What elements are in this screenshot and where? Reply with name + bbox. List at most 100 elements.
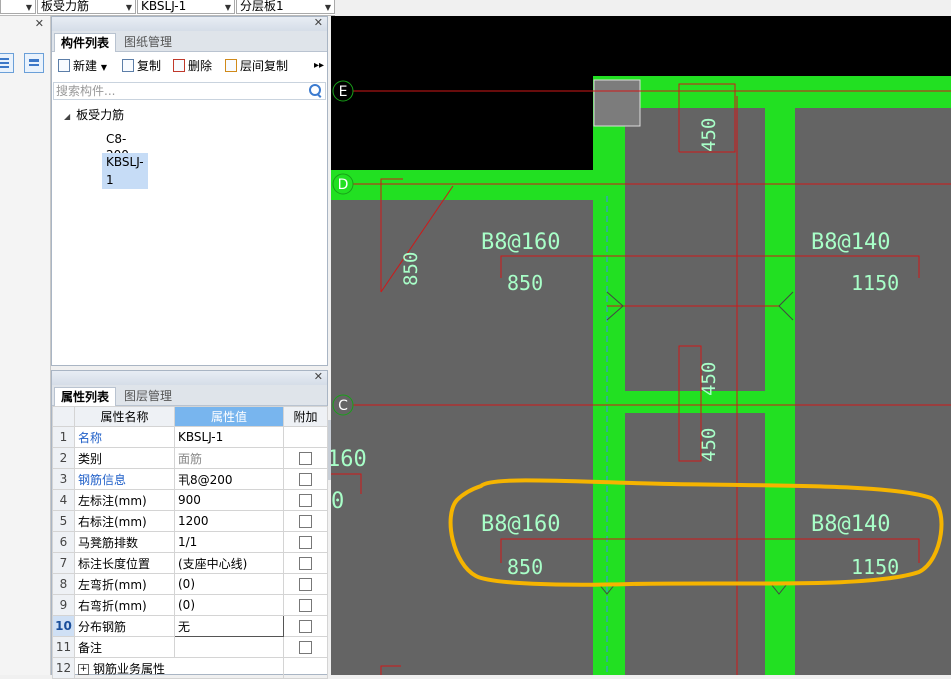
beam[interactable] xyxy=(765,106,795,675)
property-value[interactable]: (0) xyxy=(174,573,284,595)
property-name: 马凳筋排数 xyxy=(74,531,175,553)
column[interactable] xyxy=(593,79,641,127)
axis-label-e: E xyxy=(339,84,348,100)
extra-cell xyxy=(283,489,328,511)
tab-component-list[interactable]: 构件列表 xyxy=(54,33,117,52)
delete-label: 删除 xyxy=(188,59,213,73)
table-row[interactable]: 11 备注 xyxy=(52,636,328,658)
header-num xyxy=(52,406,75,427)
rebar-label[interactable]: B8@160 xyxy=(481,230,560,255)
component-name-dropdown[interactable]: KBSLJ-1 ▼ xyxy=(137,0,235,14)
tab-property-list[interactable]: 属性列表 xyxy=(54,387,117,406)
property-value[interactable]: (支座中心线) xyxy=(174,552,284,574)
tree-root[interactable]: ◢ 板受力筋 xyxy=(64,108,124,132)
chevron-down-icon: ▼ xyxy=(224,3,231,12)
table-row[interactable]: 12 + 钢筋业务属性 xyxy=(52,657,328,679)
table-row[interactable]: 5 右标注(mm) 1200 xyxy=(52,510,328,532)
chevron-down-icon: ▼ xyxy=(25,3,32,12)
table-row-selected[interactable]: 10 分布钢筋 无 xyxy=(52,615,328,637)
header-extra: 附加 xyxy=(283,406,328,427)
close-icon[interactable]: ✕ xyxy=(314,371,323,383)
rebar-label[interactable]: B8@140 xyxy=(811,512,890,537)
cad-drawing: E D C B8@160 B8@140 B8@160 B8@140 850 11… xyxy=(331,16,951,675)
layer-dropdown[interactable]: 分层板1 ▼ xyxy=(236,0,335,14)
property-value[interactable]: KBSLJ-1 xyxy=(174,426,284,448)
table-row[interactable]: 4 左标注(mm) 900 xyxy=(52,489,328,511)
extra-checkbox[interactable] xyxy=(299,515,312,528)
expand-icon[interactable]: + xyxy=(78,663,89,675)
row-number: 2 xyxy=(52,447,75,469)
row-number: 7 xyxy=(52,552,75,574)
property-value[interactable] xyxy=(174,636,284,658)
component-name-value: KBSLJ-1 xyxy=(141,0,187,13)
delete-button[interactable]: 删除 xyxy=(173,58,212,74)
component-list-panel: ✕ 构件列表 图纸管理 新建 ▼ 复制 删除 层间复制 ▸▸ 搜索构件... ◢… xyxy=(51,16,328,366)
table-row[interactable]: 1 名称 KBSLJ-1 xyxy=(52,426,328,448)
extra-checkbox[interactable] xyxy=(299,557,312,570)
close-icon[interactable]: ✕ xyxy=(35,18,44,30)
copy-icon xyxy=(122,59,134,72)
extra-checkbox[interactable] xyxy=(299,599,312,612)
new-icon xyxy=(58,59,70,72)
more-tools-icon[interactable]: ▸▸ xyxy=(314,58,324,74)
top-dropdown-bar: ▼ 板受力筋 ▼ KBSLJ-1 ▼ 分层板1 ▼ xyxy=(0,0,335,16)
extra-cell xyxy=(283,636,328,658)
tab-layer-management[interactable]: 图层管理 xyxy=(118,387,178,405)
list-view-icon[interactable] xyxy=(0,53,14,73)
card-view-icon[interactable] xyxy=(24,53,44,73)
table-row[interactable]: 2 类别 面筋 xyxy=(52,447,328,469)
slab xyxy=(625,413,765,675)
extra-checkbox[interactable] xyxy=(299,620,312,633)
search-icon[interactable] xyxy=(309,84,321,96)
tab-drawing-management[interactable]: 图纸管理 xyxy=(118,33,178,51)
tree-item-kbslj-1[interactable]: KBSLJ-1 xyxy=(102,153,148,189)
property-value[interactable]: 1/1 xyxy=(174,531,284,553)
property-value[interactable]: 1200 xyxy=(174,510,284,532)
header-property-value: 属性值 xyxy=(174,406,284,427)
dimension-label: 850 xyxy=(507,271,543,295)
row-number: 6 xyxy=(52,531,75,553)
dimension-label: 1150 xyxy=(851,555,899,579)
property-value-editor[interactable]: 无 xyxy=(174,615,284,637)
property-group[interactable]: + 钢筋业务属性 xyxy=(74,657,284,679)
extra-checkbox[interactable] xyxy=(299,494,312,507)
floor-copy-button[interactable]: 层间复制 xyxy=(225,58,288,74)
copy-button[interactable]: 复制 xyxy=(122,58,161,74)
dimension-label: 450 xyxy=(698,362,720,396)
extra-checkbox[interactable] xyxy=(299,473,312,486)
table-row[interactable]: 3 钢筋信息 丮8@200 xyxy=(52,468,328,490)
dimension-label: 850 xyxy=(400,252,422,286)
drawing-canvas[interactable]: E D C B8@160 B8@140 B8@160 B8@140 850 11… xyxy=(331,16,951,675)
dimension-label: 850 xyxy=(507,555,543,579)
extra-checkbox[interactable] xyxy=(299,452,312,465)
extra-checkbox[interactable] xyxy=(299,578,312,591)
table-row[interactable]: 8 左弯折(mm) (0) xyxy=(52,573,328,595)
row-number: 11 xyxy=(52,636,75,658)
extra-cell xyxy=(283,510,328,532)
component-type-dropdown[interactable]: 板受力筋 ▼ xyxy=(37,0,136,14)
floor-dropdown[interactable]: ▼ xyxy=(0,0,36,14)
chevron-down-icon: ▼ xyxy=(125,3,132,12)
slab xyxy=(795,108,951,675)
extra-checkbox[interactable] xyxy=(299,641,312,654)
floor-copy-icon xyxy=(225,59,237,72)
table-row[interactable]: 7 标注长度位置 (支座中心线) xyxy=(52,552,328,574)
rebar-label[interactable]: B8@140 xyxy=(811,230,890,255)
rebar-label[interactable]: B8@160 xyxy=(481,512,560,537)
property-value[interactable]: (0) xyxy=(174,594,284,616)
property-value[interactable]: 900 xyxy=(174,489,284,511)
property-value[interactable]: 丮8@200 xyxy=(174,468,284,490)
property-grid: 属性名称 属性值 附加 1 名称 KBSLJ-1 2 类别 面筋 3 钢筋信息 … xyxy=(52,406,328,679)
partial-label: 0 xyxy=(331,489,344,514)
property-name: 名称 xyxy=(74,426,175,448)
extra-checkbox[interactable] xyxy=(299,536,312,549)
table-row[interactable]: 9 右弯折(mm) (0) xyxy=(52,594,328,616)
new-button[interactable]: 新建 ▼ xyxy=(58,58,107,74)
property-value[interactable]: 面筋 xyxy=(174,447,284,469)
component-search-input[interactable]: 搜索构件... xyxy=(53,82,326,100)
collapse-icon[interactable]: ◢ xyxy=(64,112,70,121)
close-icon[interactable]: ✕ xyxy=(314,17,323,29)
component-tabs: 构件列表 图纸管理 xyxy=(52,31,327,52)
beam[interactable] xyxy=(605,94,625,675)
table-row[interactable]: 6 马凳筋排数 1/1 xyxy=(52,531,328,553)
